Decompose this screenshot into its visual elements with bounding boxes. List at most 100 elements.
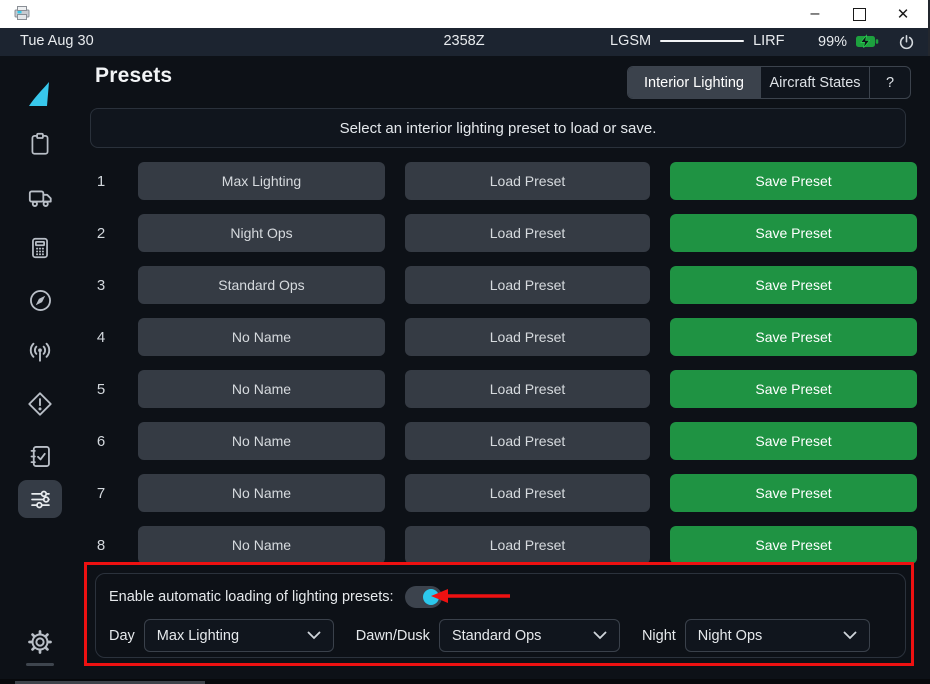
preset-name-button[interactable]: No Name — [138, 422, 385, 460]
day-preset-select[interactable]: Max Lighting — [144, 619, 334, 652]
preset-name-button[interactable]: No Name — [138, 318, 385, 356]
preset-name-button[interactable]: No Name — [138, 474, 385, 512]
preset-row: 5 No Name Load Preset Save Preset — [84, 370, 910, 408]
power-icon — [897, 33, 916, 52]
load-preset-button[interactable]: Load Preset — [405, 422, 650, 460]
clipboard-icon — [27, 131, 53, 157]
preset-name-button[interactable]: Standard Ops — [138, 266, 385, 304]
sidebar-item-presets-active[interactable] — [18, 480, 62, 518]
save-preset-button[interactable]: Save Preset — [670, 162, 917, 200]
auto-load-toggle-row: Enable automatic loading of lighting pre… — [109, 586, 442, 608]
window-title-bar: – ✕ — [0, 0, 930, 28]
preset-number: 7 — [84, 485, 118, 502]
info-banner: Select an interior lighting preset to lo… — [90, 108, 906, 148]
logo-wing-icon — [27, 80, 53, 108]
sidebar-item-clipboard[interactable] — [0, 124, 80, 164]
day-label: Day — [109, 628, 135, 644]
maximize-button[interactable] — [844, 0, 874, 28]
night-preset-value: Night Ops — [698, 628, 762, 644]
load-preset-button[interactable]: Load Preset — [405, 214, 650, 252]
preset-name-button[interactable]: No Name — [138, 526, 385, 564]
page-title: Presets — [95, 64, 172, 88]
sidebar-logo — [0, 74, 80, 114]
preset-row: 6 No Name Load Preset Save Preset — [84, 422, 910, 460]
save-preset-button[interactable]: Save Preset — [670, 266, 917, 304]
preset-row: 3 Standard Ops Load Preset Save Preset — [84, 266, 910, 304]
sidebar-nav — [0, 56, 80, 684]
gear-icon — [26, 628, 54, 656]
compass-icon — [27, 287, 54, 314]
annotation-highlight-box: Enable automatic loading of lighting pre… — [84, 562, 914, 666]
sidebar-item-checklist[interactable] — [0, 436, 80, 476]
sliders-icon — [27, 486, 54, 513]
dawn-dusk-preset-value: Standard Ops — [452, 628, 541, 644]
chevron-down-icon — [843, 631, 857, 640]
help-button[interactable]: ? — [869, 67, 910, 98]
load-preset-button[interactable]: Load Preset — [405, 162, 650, 200]
sidebar-item-vehicle[interactable] — [0, 176, 80, 216]
preset-number: 6 — [84, 433, 118, 450]
route-origin: LGSM — [610, 33, 651, 49]
chevron-down-icon — [307, 631, 321, 640]
tab-aircraft-states[interactable]: Aircraft States — [760, 67, 869, 98]
sidebar-item-compass[interactable] — [0, 280, 80, 320]
save-preset-button[interactable]: Save Preset — [670, 318, 917, 356]
chevron-down-icon — [593, 631, 607, 640]
preset-name-button[interactable]: Max Lighting — [138, 162, 385, 200]
checklist-icon — [27, 443, 54, 470]
load-preset-button[interactable]: Load Preset — [405, 318, 650, 356]
auto-load-dropdown-row: Day Max Lighting Dawn/Dusk Standard Ops … — [109, 619, 870, 652]
sidebar-item-alerts[interactable] — [0, 384, 80, 424]
save-preset-button[interactable]: Save Preset — [670, 214, 917, 252]
tab-interior-lighting[interactable]: Interior Lighting — [628, 67, 760, 98]
preset-name-button[interactable]: No Name — [138, 370, 385, 408]
calculator-icon — [27, 235, 53, 261]
close-button[interactable]: ✕ — [888, 0, 918, 28]
preset-row: 8 No Name Load Preset Save Preset — [84, 526, 910, 564]
dawn-dusk-preset-select[interactable]: Standard Ops — [439, 619, 620, 652]
route-progress-line — [660, 40, 744, 43]
truck-icon — [27, 183, 54, 210]
preset-name-button[interactable]: Night Ops — [138, 214, 385, 252]
preset-number: 3 — [84, 277, 118, 294]
save-preset-button[interactable]: Save Preset — [670, 474, 917, 512]
save-preset-button[interactable]: Save Preset — [670, 422, 917, 460]
preset-number: 1 — [84, 173, 118, 190]
night-preset-select[interactable]: Night Ops — [685, 619, 870, 652]
cabin-management-app: – ✕ Tue Aug 30 2358Z LGSM LIRF 99% — [0, 0, 930, 684]
minimize-button[interactable]: – — [800, 0, 830, 28]
load-preset-button[interactable]: Load Preset — [405, 474, 650, 512]
preset-row: 2 Night Ops Load Preset Save Preset — [84, 214, 910, 252]
power-button[interactable] — [894, 31, 918, 53]
preset-row: 1 Max Lighting Load Preset Save Preset — [84, 162, 910, 200]
load-preset-button[interactable]: Load Preset — [405, 526, 650, 564]
status-bar: Tue Aug 30 2358Z LGSM LIRF 99% — [0, 28, 930, 56]
route-destination: LIRF — [753, 33, 784, 49]
night-label: Night — [642, 628, 676, 644]
preset-row: 4 No Name Load Preset Save Preset — [84, 318, 910, 356]
sidebar-divider — [26, 663, 54, 666]
sidebar-item-calculator[interactable] — [0, 228, 80, 268]
flight-route: LGSM LIRF — [610, 33, 785, 49]
preset-number: 2 — [84, 225, 118, 242]
window-bottom-edge — [0, 679, 930, 684]
preset-number: 5 — [84, 381, 118, 398]
auto-load-label: Enable automatic loading of lighting pre… — [109, 589, 394, 605]
preset-row: 7 No Name Load Preset Save Preset — [84, 474, 910, 512]
battery-percent: 99% — [818, 34, 847, 50]
auto-load-panel: Enable automatic loading of lighting pre… — [95, 573, 906, 658]
dawn-dusk-label: Dawn/Dusk — [356, 628, 430, 644]
tab-group: Interior Lighting Aircraft States ? — [627, 66, 911, 99]
battery-status: 99% — [818, 33, 880, 50]
sidebar-item-settings[interactable] — [0, 622, 80, 662]
save-preset-button[interactable]: Save Preset — [670, 370, 917, 408]
load-preset-button[interactable]: Load Preset — [405, 266, 650, 304]
preset-number: 4 — [84, 329, 118, 346]
battery-charging-icon — [855, 33, 880, 50]
app-window-icon — [13, 5, 31, 21]
load-preset-button[interactable]: Load Preset — [405, 370, 650, 408]
preset-rows: 1 Max Lighting Load Preset Save Preset 2… — [84, 162, 910, 578]
status-time-zulu: 2358Z — [443, 33, 484, 49]
sidebar-item-broadcast[interactable] — [0, 332, 80, 372]
save-preset-button[interactable]: Save Preset — [670, 526, 917, 564]
